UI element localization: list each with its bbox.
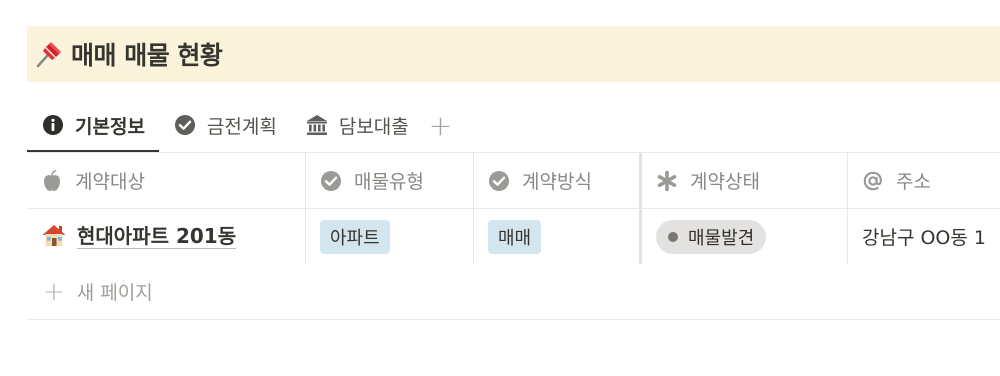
tab-mortgage[interactable]: 담보대출 <box>291 98 423 152</box>
new-page-button[interactable]: + 새 페이지 <box>27 264 1000 320</box>
tab-label: 담보대출 <box>338 115 409 138</box>
page-title: 매매 매물 현황 <box>71 41 223 70</box>
tab-label: 기본정보 <box>75 115 145 138</box>
check-circle-icon <box>320 170 342 192</box>
bank-icon <box>305 113 329 137</box>
row-title[interactable]: 현대아파트 201동 <box>77 224 237 249</box>
check-circle-icon <box>173 113 197 137</box>
apple-icon <box>41 169 63 192</box>
type-tag: 아파트 <box>320 219 390 254</box>
view-tabs: 기본정보 금전계획 담보대출 + <box>27 98 1000 152</box>
table-header-row: 계약대상 매물유형 계약방식 계약상태 주소 <box>27 152 1000 208</box>
status-dot <box>668 231 678 242</box>
column-label: 계약방식 <box>522 171 592 193</box>
tab-label: 금전계획 <box>206 115 277 138</box>
house-icon <box>41 222 67 252</box>
pushpin-icon <box>33 38 65 70</box>
column-label: 주소 <box>896 171 931 193</box>
column-header-address[interactable]: 주소 <box>848 153 1000 208</box>
add-view-button[interactable]: + <box>423 98 458 152</box>
cell-type[interactable]: 아파트 <box>306 209 474 264</box>
tab-money-plan[interactable]: 금전계획 <box>159 98 291 152</box>
cell-status[interactable]: 매물발견 <box>642 209 848 264</box>
plus-icon: + <box>43 276 65 307</box>
column-label: 계약상태 <box>690 171 760 193</box>
new-page-label: 새 페이지 <box>76 282 153 304</box>
at-icon <box>862 170 884 192</box>
status-badge: 매물발견 <box>656 219 767 254</box>
column-header-method[interactable]: 계약방식 <box>474 153 642 208</box>
table-row[interactable]: 현대아파트 201동 아파트 매매 매물발견 강남구 OO동 1 <box>27 208 1000 264</box>
column-header-type[interactable]: 매물유형 <box>306 153 474 208</box>
check-circle-icon <box>488 170 510 192</box>
asterisk-icon <box>656 170 678 192</box>
tab-basic-info[interactable]: 기본정보 <box>27 98 159 152</box>
page-title-banner: 매매 매물 현황 <box>27 26 1000 82</box>
status-label: 매물발견 <box>688 227 755 249</box>
column-header-target[interactable]: 계약대상 <box>27 153 306 208</box>
column-label: 계약대상 <box>75 171 145 193</box>
database-table: 계약대상 매물유형 계약방식 계약상태 주소 현대아파트 201동 아파트 매매… <box>27 152 1000 320</box>
method-tag: 매매 <box>488 219 542 254</box>
column-label: 매물유형 <box>354 171 424 193</box>
cell-method[interactable]: 매매 <box>474 209 642 264</box>
column-header-status[interactable]: 계약상태 <box>642 153 848 208</box>
info-icon <box>41 113 65 137</box>
address-text: 강남구 OO동 1 <box>862 227 986 249</box>
cell-target[interactable]: 현대아파트 201동 <box>27 209 306 264</box>
cell-address[interactable]: 강남구 OO동 1 <box>848 209 1000 264</box>
